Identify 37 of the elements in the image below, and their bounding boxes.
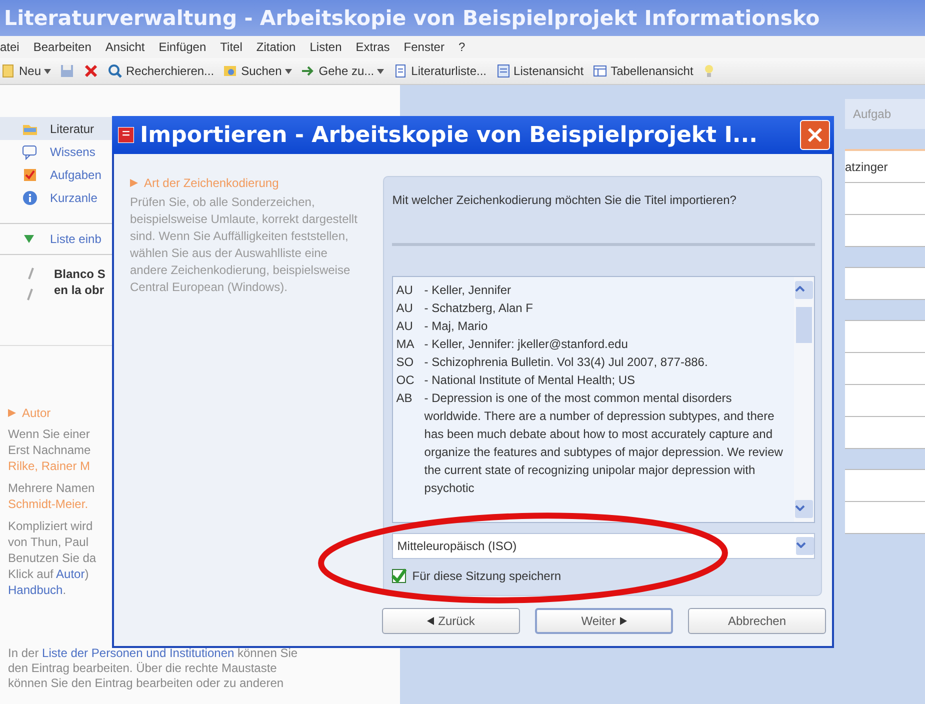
step-heading: Art der Zeichenkodierung [144, 176, 279, 190]
help-text: Klick auf [8, 567, 54, 581]
table-cell: atzinger [845, 160, 888, 174]
dialog-title: Importieren - Arbeitskopie von Beispielprojekt I... [140, 122, 758, 148]
example-text: Rilke, Rainer M [8, 459, 90, 473]
help-text: In der [8, 646, 40, 660]
record-tag: AU [396, 299, 424, 317]
window-title: Literaturverwaltung - Arbeitskopie von Beispielprojekt Informationsko [4, 6, 820, 30]
record-tag: AB [396, 389, 424, 497]
help-text: Wenn Sie einer [8, 427, 90, 441]
record-text: - Keller, Jennifer: jkeller@stanford.edu [424, 336, 628, 353]
checkbox-label: Für diese Sitzung speichern [412, 569, 562, 583]
help-text: den Eintrag bearbeiten. Über die rechte Maustaste [8, 661, 277, 675]
record-text: - National Institute of Mental Health; US [424, 372, 636, 389]
record-text: - Schizophrenia Bulletin. Vol 33(4) Jul 2007, 877-886. [424, 354, 708, 371]
help-text: Prüfen Sie, ob alle Sonderzeichen, beispielsweise Umlaute, korrekt dargestellt sind. Wenn Sie Auffälligkeiten feststellen, wählen Sie aus der Auswahlliste eine andere Zeichenkodierung, beispielsweise Central European (Windows). [130, 194, 358, 296]
help-text: von Thun, Paul [8, 535, 89, 549]
record-tag: OC [396, 371, 424, 389]
record-tag: AU [396, 281, 424, 299]
record-tag: SO [396, 353, 424, 371]
help-text: Erst Nachname [8, 443, 91, 457]
help-text: . [62, 583, 66, 597]
record-text: - Maj, Mario [424, 318, 488, 335]
record-tag: AU [396, 317, 424, 335]
help-text: Mehrere Namen [8, 481, 95, 495]
record-tag: MA [396, 335, 424, 353]
help-text: können Sie den Eintrag bearbeiten oder zu anderen [8, 676, 284, 690]
record-text: - Schatzberg, Alan F [424, 300, 534, 317]
help-text: Benutzen Sie da [8, 551, 96, 565]
record-text: - Keller, Jennifer [424, 282, 511, 299]
help-heading: Autor [22, 406, 51, 420]
help-text: ) [84, 567, 89, 581]
example-text: Schmidt-Meier. [8, 497, 88, 511]
record-text: - Depression is one of the most common mental disorders worldwide. There are a number of depression subtypes, and there has been much debate about how to most accurately capture and organize the features and subtypes of major depression. We review the current state of recognizing unipolar major depression with psychotic [424, 390, 784, 497]
help-text: Kompliziert wird [8, 519, 93, 533]
question-text: Mit welcher Zeichenkodierung möchten Sie die Titel importieren? [392, 191, 815, 246]
help-text: können Sie [236, 646, 298, 660]
